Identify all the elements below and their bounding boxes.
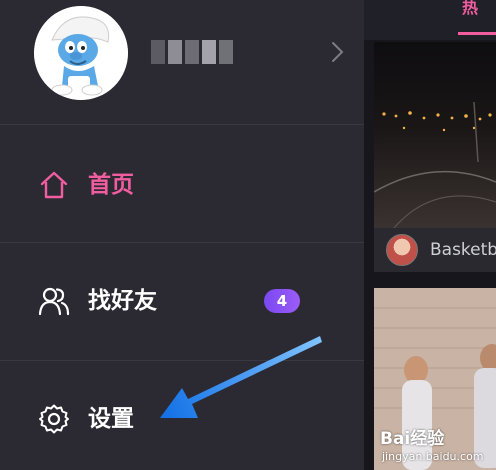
- watermark-url: jingyan.baidu.com: [382, 450, 484, 463]
- watermark-logo: Bai经验: [380, 429, 445, 449]
- feed-card-title[interactable]: Basketb: [430, 240, 496, 260]
- menu-label-settings: 设置: [88, 406, 134, 432]
- smurf-avatar-icon: [34, 6, 128, 100]
- feed-panel: 热 Basketb: [364, 0, 496, 470]
- username-pixelated: [151, 40, 233, 64]
- baidu-watermark: Bai经验 jingyan.baidu.com: [376, 420, 496, 470]
- friends-icon: [38, 287, 70, 316]
- menu-item-settings[interactable]: 设置: [0, 361, 364, 470]
- menu-label-home: 首页: [88, 172, 134, 198]
- tab-hot[interactable]: 热: [462, 0, 478, 16]
- basketball-court-image: [374, 42, 496, 228]
- home-icon: [40, 171, 68, 199]
- menu-label-find-friends: 找好友: [88, 288, 157, 314]
- side-drawer: 首页 找好友 4 设置: [0, 0, 364, 470]
- author-avatar[interactable]: [386, 234, 418, 266]
- gear-icon: [39, 404, 69, 434]
- profile-header[interactable]: [0, 0, 364, 125]
- feed-card[interactable]: Basketb: [374, 42, 496, 272]
- user-avatar[interactable]: [34, 6, 128, 100]
- chevron-right-icon[interactable]: [328, 40, 346, 64]
- tab-active-indicator: [458, 32, 496, 35]
- menu-item-home[interactable]: 首页: [0, 125, 364, 243]
- menu-item-find-friends[interactable]: 找好友: [0, 243, 364, 361]
- tab-strip: 热: [364, 0, 496, 40]
- friend-request-badge: 4: [264, 289, 300, 313]
- feed-card-footer: Basketb: [374, 228, 496, 272]
